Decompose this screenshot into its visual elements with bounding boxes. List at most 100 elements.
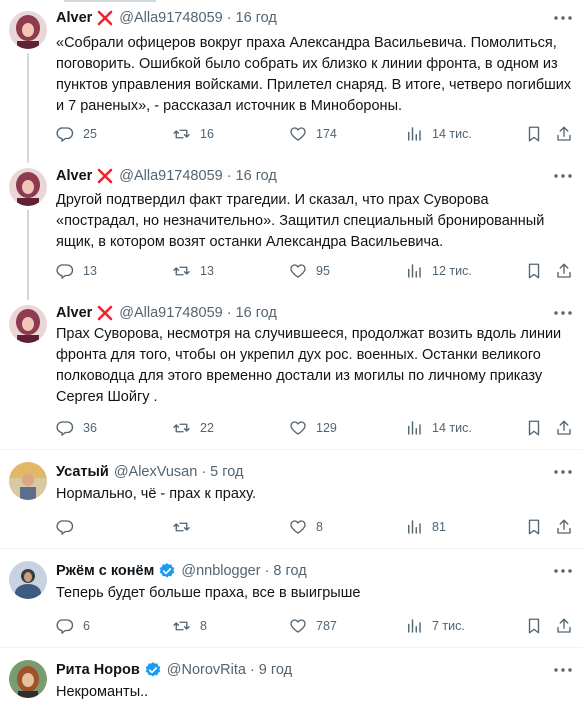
share-button[interactable] (555, 124, 573, 144)
avatar[interactable] (9, 660, 47, 698)
author-name[interactable]: Alver (56, 10, 92, 26)
view-count: 14 тис. (432, 421, 472, 435)
more-icon[interactable] (553, 561, 573, 581)
avatar[interactable] (9, 168, 47, 206)
tweet[interactable]: Усатый @AlexVusan · 5 год Нормально, чё … (0, 450, 583, 549)
like-button[interactable]: 95 (289, 261, 330, 281)
reply-count: 25 (83, 127, 97, 141)
tweet[interactable]: Ржём с конём @nnblogger · 8 год Теперь б… (0, 549, 583, 648)
retweet-count: 22 (200, 421, 214, 435)
reply-count: 6 (83, 619, 90, 633)
timestamp[interactable]: 9 год (259, 662, 292, 678)
red-x-icon (96, 167, 114, 185)
tweet-text: Некроманты.. (56, 684, 149, 700)
bookmark-button[interactable] (526, 616, 542, 636)
like-button[interactable]: 787 (289, 616, 337, 636)
separator-dot: · (264, 563, 270, 579)
more-icon[interactable] (553, 303, 573, 323)
like-icon (290, 264, 306, 278)
retweet-button[interactable]: 16 (172, 124, 214, 144)
bookmark-button[interactable] (526, 418, 542, 438)
tweet[interactable]: Alver @Alla91748059 · 16 год «Собрали оф… (0, 0, 583, 163)
retweet-button[interactable]: 13 (172, 261, 214, 281)
like-icon (290, 421, 306, 435)
tweet[interactable]: Alver @Alla91748059 · 16 год Другой подт… (0, 162, 583, 300)
author-name[interactable]: Усатый (56, 464, 109, 480)
timestamp[interactable]: 8 год (273, 563, 306, 579)
retweet-button[interactable] (172, 517, 200, 537)
tweet[interactable]: Alver @Alla91748059 · 16 год Прах Суворо… (0, 299, 583, 450)
verified-badge-icon (158, 562, 176, 580)
tweet-actions: 6 8 787 7 тис. (56, 616, 574, 636)
timestamp[interactable]: 5 год (210, 464, 243, 480)
author-handle[interactable]: @Alla91748059 (119, 305, 222, 321)
like-count: 95 (316, 264, 330, 278)
avatar[interactable] (9, 305, 47, 343)
timestamp[interactable]: 16 год (236, 10, 277, 26)
reply-button[interactable] (56, 517, 83, 537)
author-handle[interactable]: @Alla91748059 (119, 10, 222, 26)
retweet-icon (173, 423, 190, 433)
author-handle[interactable]: @AlexVusan (114, 464, 198, 480)
like-button[interactable]: 174 (289, 124, 337, 144)
views-button[interactable]: 14 тис. (405, 418, 472, 438)
like-count: 8 (316, 520, 323, 534)
tweet-header: Усатый @AlexVusan · 5 год (56, 462, 243, 482)
author-name[interactable]: Alver (56, 305, 92, 321)
share-icon (557, 519, 571, 534)
avatar[interactable] (9, 11, 47, 49)
views-icon (408, 127, 421, 141)
tweet-text: Прах Суворова, несмотря на случившееся, … (56, 326, 562, 405)
reply-button[interactable]: 13 (56, 261, 97, 281)
reply-button[interactable]: 6 (56, 616, 90, 636)
reply-button[interactable]: 36 (56, 418, 97, 438)
more-icon[interactable] (553, 660, 573, 680)
view-count: 81 (432, 520, 446, 534)
bookmark-button[interactable] (526, 517, 542, 537)
like-icon (290, 520, 306, 534)
author-name[interactable]: Ржём с конём (56, 563, 154, 579)
like-button[interactable]: 129 (289, 418, 337, 438)
timestamp[interactable]: 16 год (236, 168, 277, 184)
views-button[interactable]: 12 тис. (405, 261, 472, 281)
bookmark-button[interactable] (526, 124, 542, 144)
retweet-button[interactable]: 8 (172, 616, 207, 636)
avatar[interactable] (9, 561, 47, 599)
more-icon[interactable] (553, 462, 573, 482)
author-handle[interactable]: @nnblogger (181, 563, 260, 579)
retweet-icon (173, 522, 190, 532)
share-button[interactable] (555, 261, 573, 281)
bookmark-icon (528, 420, 540, 436)
retweet-button[interactable]: 22 (172, 418, 214, 438)
retweet-icon (173, 621, 190, 631)
reply-count: 36 (83, 421, 97, 435)
author-name[interactable]: Alver (56, 168, 92, 184)
avatar[interactable] (9, 462, 47, 500)
share-button[interactable] (555, 616, 573, 636)
share-button[interactable] (555, 418, 573, 438)
thread-connector (27, 53, 29, 163)
more-icon[interactable] (553, 8, 573, 28)
more-icon[interactable] (553, 166, 573, 186)
author-handle[interactable]: @Alla91748059 (119, 168, 222, 184)
like-button[interactable]: 8 (289, 517, 323, 537)
views-button[interactable]: 14 тис. (405, 124, 472, 144)
tweet-actions: 8 81 (56, 517, 574, 537)
reply-count: 13 (83, 264, 97, 278)
author-handle[interactable]: @NorovRita (167, 662, 246, 678)
share-icon (557, 126, 571, 141)
share-button[interactable] (555, 517, 573, 537)
bookmark-icon (528, 519, 540, 535)
tweet-text: Другой подтвердил факт трагедии. И сказа… (56, 192, 545, 250)
separator-dot: · (249, 662, 255, 678)
tweet[interactable]: Рита Норов @NorovRita · 9 год Некроманты… (0, 648, 583, 711)
author-name[interactable]: Рита Норов (56, 662, 140, 678)
views-button[interactable]: 81 (405, 517, 446, 537)
views-button[interactable]: 7 тис. (405, 616, 465, 636)
tweet-header: Alver @Alla91748059 · 16 год (56, 303, 277, 323)
bookmark-button[interactable] (526, 261, 542, 281)
tweet-actions: 13 13 95 12 тис. (56, 261, 574, 281)
views-icon (408, 619, 421, 633)
reply-button[interactable]: 25 (56, 124, 97, 144)
timestamp[interactable]: 16 год (236, 305, 277, 321)
